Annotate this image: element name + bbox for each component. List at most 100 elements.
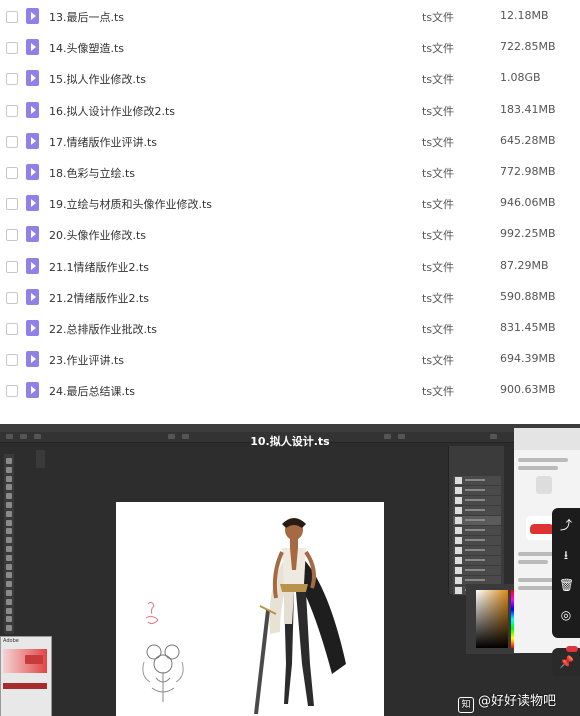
- file-type: ts文件: [422, 73, 455, 87]
- file-name[interactable]: 17.情绪版作业评讲.ts: [49, 134, 157, 150]
- row-checkbox[interactable]: [6, 104, 18, 117]
- file-size: 694.39MB: [500, 352, 556, 366]
- file-name[interactable]: 16.拟人设计作业修改2.ts: [49, 103, 175, 119]
- file-row[interactable]: 22.总排版作业批改.ts ts文件 831.45MB: [0, 314, 580, 345]
- trash-icon[interactable]: 🗑: [559, 578, 574, 592]
- download-icon[interactable]: ⭳: [559, 548, 573, 562]
- file-row[interactable]: 21.1情绪版作业2.ts ts文件 87.29MB: [0, 252, 580, 283]
- file-name[interactable]: 19.立绘与材质和头像作业修改.ts: [49, 196, 212, 212]
- tool-icon[interactable]: [6, 466, 12, 473]
- file-name[interactable]: 24.最后总结课.ts: [49, 383, 135, 399]
- tool-icon[interactable]: [6, 590, 12, 596]
- file-type: ts文件: [422, 167, 455, 180]
- tool-icon[interactable]: [6, 519, 12, 526]
- row-checkbox[interactable]: [6, 260, 18, 273]
- file-type: ts文件: [422, 229, 455, 243]
- tool-icon[interactable]: [6, 458, 12, 464]
- video-file-icon: [26, 195, 39, 212]
- file-row[interactable]: 21.2情绪版作业2.ts ts文件 590.88MB: [0, 283, 580, 314]
- layer-row[interactable]: [453, 526, 501, 535]
- file-row[interactable]: 24.最后总结课.ts ts文件 900.63MB: [0, 376, 580, 407]
- layer-row[interactable]: [453, 516, 501, 525]
- pin-button[interactable]: 📌: [552, 648, 580, 676]
- layer-row[interactable]: [453, 486, 501, 495]
- layer-row[interactable]: [453, 566, 501, 575]
- file-row[interactable]: 23.作业评讲.ts ts文件 694.39MB: [0, 345, 580, 376]
- file-size: 831.45MB: [500, 321, 556, 334]
- tool-icon[interactable]: [6, 475, 12, 482]
- row-checkbox[interactable]: [6, 42, 18, 55]
- row-checkbox[interactable]: [6, 385, 18, 398]
- file-type: ts文件: [422, 135, 455, 149]
- target-icon[interactable]: ◎: [559, 608, 573, 622]
- layer-row[interactable]: [453, 556, 501, 565]
- file-type: ts文件: [422, 198, 455, 212]
- file-type: ts文件: [422, 104, 455, 118]
- file-name[interactable]: 15.拟人作业修改.ts: [49, 71, 146, 87]
- layer-row[interactable]: [453, 536, 501, 545]
- tool-icon[interactable]: [6, 484, 12, 491]
- tool-icon[interactable]: [6, 572, 12, 579]
- notification-badge: [566, 646, 578, 652]
- pin-icon: 📌: [559, 655, 574, 669]
- file-row[interactable]: 18.色彩与立绘.ts ts文件 772.98MB: [0, 158, 580, 189]
- tool-icon[interactable]: [6, 502, 12, 508]
- color-field[interactable]: [476, 590, 508, 648]
- row-checkbox[interactable]: [6, 11, 18, 23]
- tool-icon[interactable]: [6, 537, 12, 544]
- popup-action-button[interactable]: [25, 655, 43, 664]
- file-name[interactable]: 21.1情绪版作业2.ts: [49, 259, 149, 275]
- file-size: 900.63MB: [500, 383, 556, 397]
- file-row[interactable]: 17.情绪版作业评讲.ts ts文件 645.28MB: [0, 127, 580, 158]
- row-checkbox[interactable]: [6, 354, 18, 367]
- tool-icon[interactable]: [6, 493, 12, 500]
- tool-icon[interactable]: [6, 607, 12, 614]
- file-size: 772.98MB: [500, 165, 556, 178]
- photoshop-tool-options: [36, 450, 45, 468]
- row-checkbox[interactable]: [6, 73, 18, 86]
- file-name[interactable]: 23.作业评讲.ts: [49, 352, 124, 368]
- row-checkbox[interactable]: [6, 198, 18, 211]
- file-row[interactable]: 15.拟人作业修改.ts ts文件 1.08GB: [0, 64, 580, 95]
- tool-icon[interactable]: [6, 510, 12, 517]
- layer-row[interactable]: [453, 496, 501, 505]
- file-row[interactable]: 20.头像作业修改.ts ts文件 992.25MB: [0, 220, 580, 251]
- tool-icon[interactable]: [6, 546, 12, 552]
- file-name[interactable]: 18.色彩与立绘.ts: [49, 165, 135, 181]
- share-icon[interactable]: ⤴: [559, 518, 573, 532]
- layer-row[interactable]: [453, 476, 501, 485]
- tool-icon[interactable]: [6, 554, 12, 561]
- tool-icon[interactable]: [6, 528, 12, 535]
- row-checkbox[interactable]: [6, 229, 18, 242]
- file-type: ts文件: [422, 291, 455, 305]
- row-checkbox[interactable]: [6, 323, 18, 335]
- file-type: ts文件: [422, 385, 455, 399]
- file-row[interactable]: 16.拟人设计作业修改2.ts ts文件 183.41MB: [0, 96, 580, 127]
- tool-icon[interactable]: [6, 581, 12, 588]
- layer-row[interactable]: [453, 506, 501, 515]
- file-row[interactable]: 19.立绘与材质和头像作业修改.ts ts文件 946.06MB: [0, 189, 580, 220]
- file-name[interactable]: 22.总排版作业批改.ts: [49, 321, 157, 337]
- layer-row[interactable]: [453, 546, 501, 555]
- file-size: 1.08GB: [500, 71, 541, 85]
- file-size: 87.29MB: [500, 258, 549, 272]
- file-row[interactable]: 14.头像塑造.ts ts文件 722.85MB: [0, 33, 580, 64]
- tool-icon[interactable]: [6, 563, 12, 570]
- color-picker[interactable]: [466, 584, 520, 654]
- file-name[interactable]: 13.最后一点.ts: [49, 9, 124, 25]
- file-size: 946.06MB: [500, 196, 556, 210]
- video-player[interactable]: 10.拟人设计.ts ⤴ ⭳ 🗑 ◎ 📌 Adobe 知 @好好读物吧: [0, 424, 580, 716]
- file-name[interactable]: 14.头像塑造.ts: [49, 40, 124, 56]
- row-checkbox[interactable]: [6, 135, 18, 148]
- file-size: 722.85MB: [500, 40, 556, 54]
- file-list: 13.最后一点.ts ts文件 12.18MB 14.头像塑造.ts ts文件 722.8…: [0, 0, 580, 405]
- file-size: 992.25MB: [500, 227, 556, 241]
- row-checkbox[interactable]: [6, 167, 18, 179]
- file-name[interactable]: 21.2情绪版作业2.ts: [49, 290, 149, 306]
- tool-icon[interactable]: [6, 616, 12, 623]
- row-checkbox[interactable]: [6, 291, 18, 304]
- file-row[interactable]: 13.最后一点.ts ts文件 12.18MB: [0, 2, 580, 33]
- tool-icon[interactable]: [6, 625, 12, 632]
- tool-icon[interactable]: [6, 598, 12, 605]
- file-name[interactable]: 20.头像作业修改.ts: [49, 227, 146, 243]
